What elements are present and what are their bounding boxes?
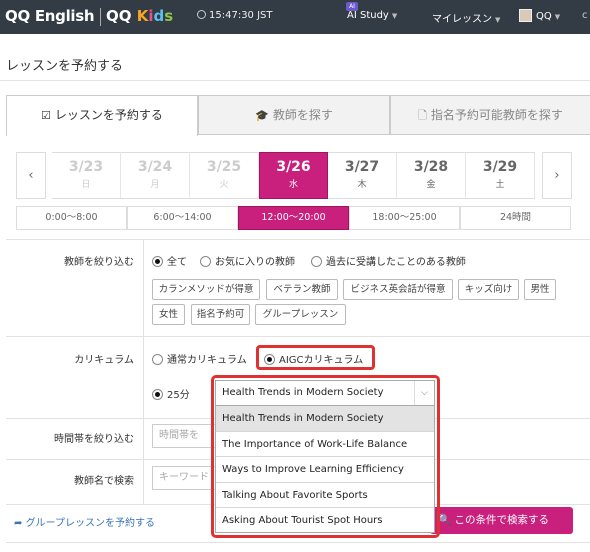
date-cell[interactable]: 3/23 日 xyxy=(52,152,121,199)
nav-user-menu[interactable]: QQ ▼ xyxy=(519,9,560,22)
chevron-down-icon: ▼ xyxy=(391,12,398,20)
time-slot[interactable]: 6:00〜14:00 xyxy=(127,206,238,230)
filter-tag[interactable]: 指名予約可 xyxy=(191,304,250,325)
tab-find-teacher[interactable]: 🎓 教師を探す xyxy=(198,95,390,135)
date-cell[interactable]: 3/24 月 xyxy=(121,152,190,199)
filter-favorite-radio[interactable]: お気に入りの教師 xyxy=(200,253,295,268)
divider xyxy=(6,336,590,337)
chevron-down-icon: ▼ xyxy=(495,16,501,24)
filter-tag[interactable]: 女性 xyxy=(152,304,185,325)
radio-icon xyxy=(311,256,322,267)
radio-icon xyxy=(152,389,163,400)
date-cell[interactable]: 3/25 火 xyxy=(190,152,259,199)
divider xyxy=(143,240,144,504)
date-cell[interactable]: 3/29 土 xyxy=(466,152,535,199)
divider xyxy=(6,239,590,240)
filter-tag[interactable]: グループレッスン xyxy=(255,304,346,325)
time-slot[interactable]: 24時間 xyxy=(460,206,571,230)
search-icon: 🔍 xyxy=(438,514,455,526)
time-filter-label: 時間帯を絞り込む xyxy=(54,434,134,445)
document-icon: 🗋 xyxy=(418,109,427,122)
name-search-label: 教師名で検索 xyxy=(74,476,134,487)
curriculum-normal-radio[interactable]: 通常カリキュラム xyxy=(152,351,247,366)
clock: 15:47:30 JST xyxy=(197,10,273,21)
date-next-button[interactable]: › xyxy=(542,152,572,199)
filter-label: 教師を絞り込む xyxy=(64,257,134,268)
date-cell[interactable]: 3/27 木 xyxy=(328,152,397,199)
chevron-down-icon: ▼ xyxy=(554,13,561,21)
highlight-frame xyxy=(256,345,375,370)
filter-past-radio[interactable]: 過去に受講したことのある教師 xyxy=(311,253,466,268)
curriculum-label: カリキュラム xyxy=(74,355,134,366)
radio-icon xyxy=(152,354,163,365)
radio-icon xyxy=(200,256,211,267)
share-arrow-icon: ➦ xyxy=(14,518,26,529)
clock-icon xyxy=(197,10,206,19)
duration-radio[interactable]: 25分 xyxy=(152,386,190,401)
calendar-check-icon: ☑ xyxy=(41,109,51,122)
qq-kids-logo[interactable]: QQ Kids xyxy=(106,7,173,25)
nav-my-lessons[interactable]: マイレッスン ▼ xyxy=(432,10,500,25)
search-button[interactable]: 🔍 この条件で検索する xyxy=(430,507,573,534)
filter-tag[interactable]: 男性 xyxy=(524,279,556,300)
tab-book-lesson[interactable]: ☑ レッスンを予約する xyxy=(6,95,198,136)
group-lesson-link[interactable]: ➦ グループレッスンを予約する xyxy=(14,514,155,529)
time-slot[interactable]: 0:00〜8:00 xyxy=(16,206,127,230)
filter-tag[interactable]: キッズ向け xyxy=(458,279,519,300)
avatar xyxy=(519,9,532,22)
graduation-cap-icon: 🎓 xyxy=(255,109,269,122)
date-prev-button[interactable]: ‹ xyxy=(16,152,46,199)
top-nav: QQ English QQ Kids 15:47:30 JST AI AI St… xyxy=(0,0,590,34)
time-slot-selected[interactable]: 12:00〜20:00 xyxy=(238,206,349,230)
filter-tag[interactable]: ビジネス英会話が得意 xyxy=(343,279,453,300)
radio-icon xyxy=(152,256,163,267)
filter-tag[interactable]: ベテラン教師 xyxy=(266,279,338,300)
logo-divider xyxy=(100,8,101,26)
qq-english-logo[interactable]: QQ English xyxy=(5,7,95,25)
page-title: レッスンを予約する xyxy=(6,59,124,74)
nav-ai-study[interactable]: AI Study ▼ xyxy=(347,10,397,21)
date-cell-selected[interactable]: 3/26 水 xyxy=(259,152,328,199)
divider xyxy=(0,80,590,81)
divider xyxy=(6,542,590,543)
highlight-frame xyxy=(211,375,440,538)
filter-tag[interactable]: カランメソッドが得意 xyxy=(152,279,260,300)
time-slot[interactable]: 18:00〜25:00 xyxy=(349,206,460,230)
nav-truncated-text: c xyxy=(582,10,588,21)
filter-all-radio[interactable]: 全て xyxy=(152,253,187,268)
date-cell[interactable]: 3/28 金 xyxy=(397,152,466,199)
tab-find-nominated-teacher[interactable]: 🗋 指名予約可能教師を探す xyxy=(390,95,590,135)
